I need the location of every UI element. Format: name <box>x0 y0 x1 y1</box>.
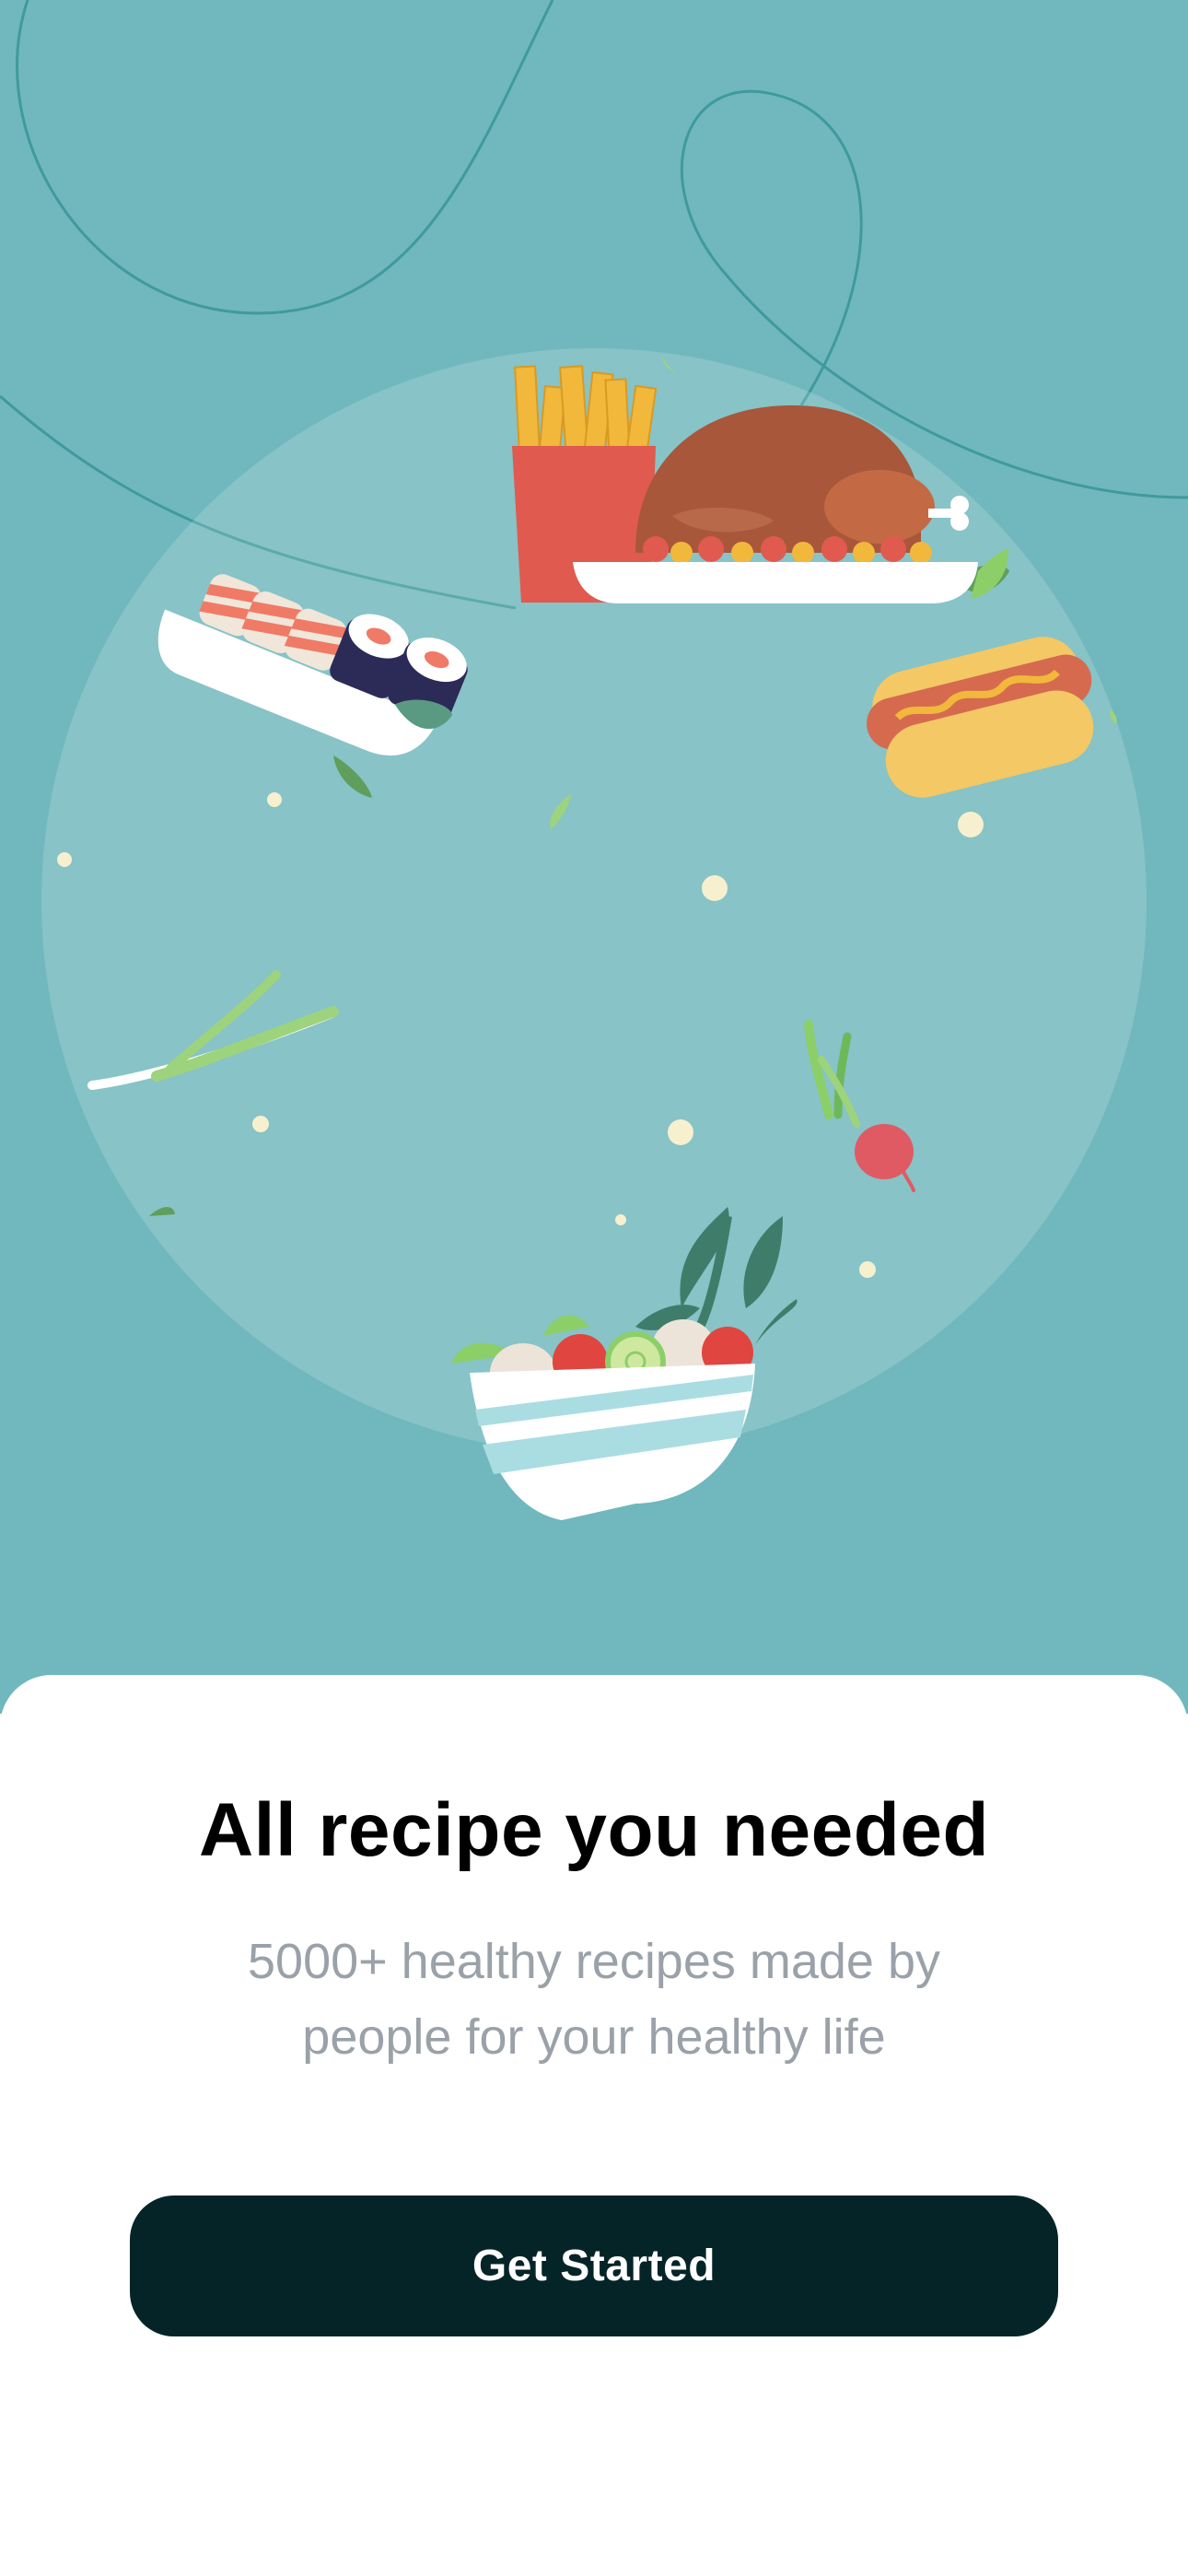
get-started-button[interactable]: Get Started <box>130 2195 1058 2336</box>
hero-illustration <box>0 0 1188 1714</box>
onboarding-subtitle: 5000+ healthy recipes made by people for… <box>248 1934 940 2065</box>
onboarding-title: All recipe you needed <box>198 1788 990 1872</box>
decorative-curve-1 <box>16 0 554 315</box>
food-illustration <box>0 0 1188 1520</box>
